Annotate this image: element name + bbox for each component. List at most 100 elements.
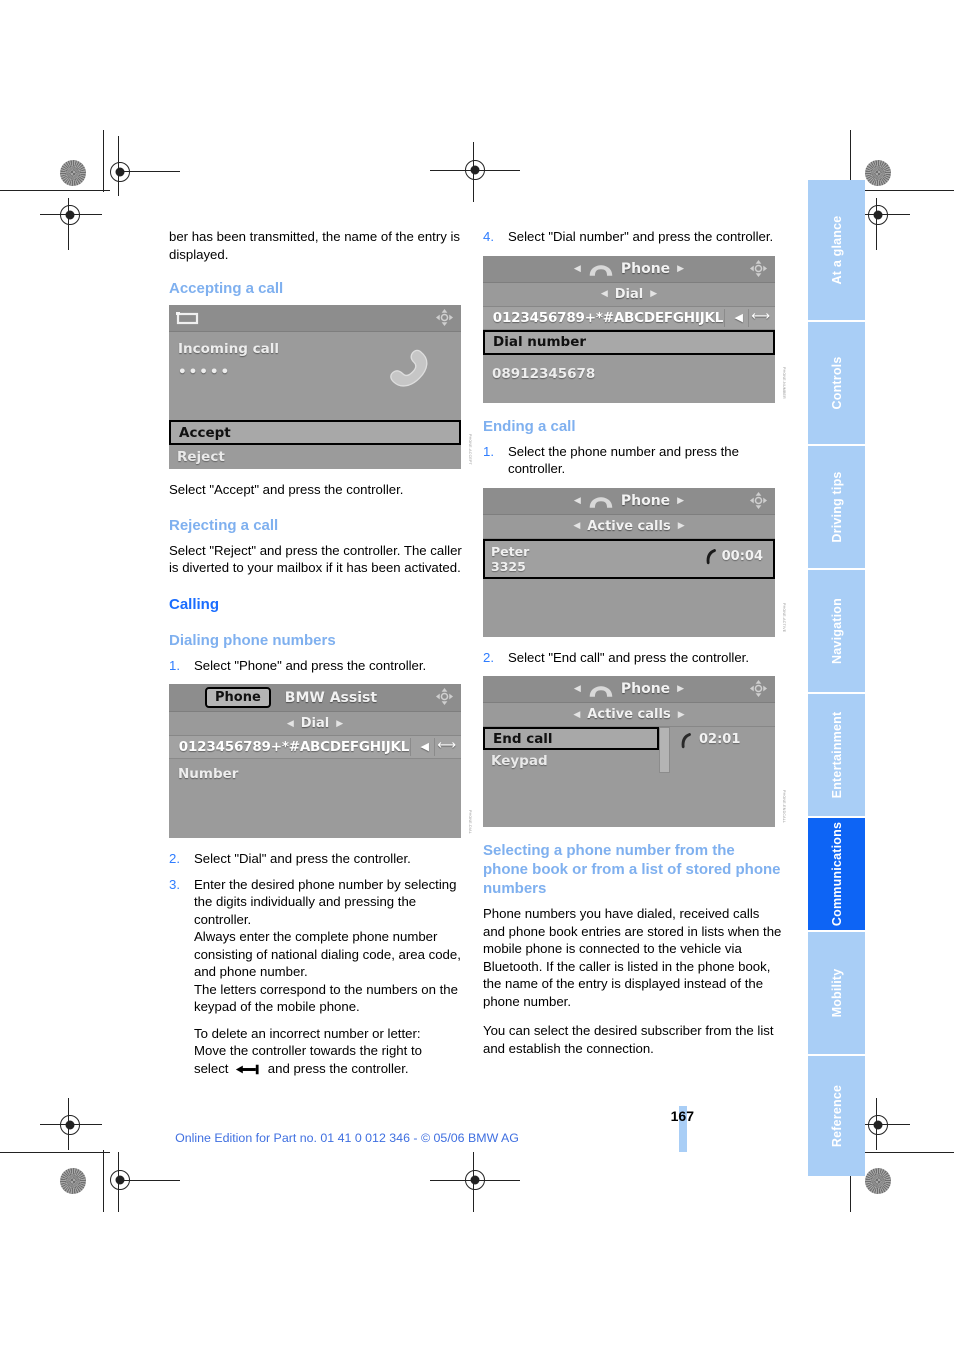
idrive-submenu-bar: ◀ Dial ▶	[483, 282, 775, 307]
list-item: 1. Select "Phone" and press the controll…	[169, 657, 469, 675]
heading-rejecting-a-call: Rejecting a call	[169, 516, 279, 534]
figure-code: PHONE-ACTIVE	[782, 603, 786, 633]
sidebar-item-communications[interactable]: Communications	[808, 818, 865, 930]
sidebar-item-at-a-glance[interactable]: At a glance	[808, 180, 865, 320]
backspace-icon[interactable]: ⟷	[437, 738, 456, 753]
active-call-row[interactable]: Peter 3325 00:04	[483, 538, 775, 579]
next-arrow-icon[interactable]: ▶	[336, 719, 343, 729]
sidebar-item-entertainment[interactable]: Entertainment	[808, 694, 865, 816]
reg-line	[118, 136, 119, 196]
next-arrow-icon[interactable]: ▶	[678, 521, 685, 531]
number-field-label: Number	[178, 766, 239, 782]
prev-arrow-icon[interactable]: ◀	[601, 289, 608, 299]
footer-text: Online Edition for Part no. 01 41 0 012 …	[175, 1131, 519, 1145]
screenshot-active-call: ◀ Phone ▶ ◀ Active calls ▶ Peter 3325 00…	[483, 487, 786, 637]
step-text: Select "Dial number" and press the contr…	[508, 229, 774, 244]
delete-note-line1: To delete an incorrect number or letter:	[194, 1025, 421, 1041]
next-arrow-icon[interactable]: ▶	[650, 289, 657, 299]
tab-label: Reference	[829, 1084, 844, 1148]
next-arrow-icon[interactable]: ▶	[677, 684, 684, 694]
list-item: 2. Select "Dial" and press the controlle…	[169, 850, 469, 868]
call-active-icon	[704, 548, 717, 565]
tab-phone[interactable]: Phone	[205, 687, 271, 708]
selecting-body-1: Phone numbers you have dialed, received …	[483, 906, 782, 1009]
step-text: Select "Phone" and press the controller.	[194, 657, 427, 673]
list-scrollbar[interactable]	[659, 727, 670, 773]
page-number: 167	[670, 1108, 694, 1124]
keypad-option[interactable]: Keypad	[483, 750, 659, 772]
next-arrow-icon[interactable]: ▶	[678, 710, 685, 720]
tab-bmw-assist[interactable]: BMW Assist	[285, 690, 377, 706]
screenshot-phone-dial: Phone BMW Assist ◀ Dial ▶ 0123456789+*#A…	[169, 684, 472, 838]
tab-label: Entertainment	[829, 711, 844, 799]
handset-icon	[383, 344, 435, 406]
intro-paragraph: ber has been transmitted, the name of th…	[169, 229, 461, 262]
dialing-steps-1: 1. Select "Phone" and press the controll…	[169, 657, 469, 675]
reg-line	[473, 1152, 474, 1212]
accepting-caption: Select "Accept" and press the controller…	[169, 482, 404, 497]
density-patch	[60, 1168, 86, 1194]
dial-number-option[interactable]: Dial number	[483, 329, 775, 355]
registration-target	[60, 205, 80, 225]
idrive-submenu-bar: ◀ Active calls ▶	[483, 703, 775, 727]
density-patch	[865, 160, 891, 186]
next-arrow-icon[interactable]: ▶	[677, 496, 684, 506]
alphabet-row[interactable]: 0123456789+*#ABCDEFGHIJKL ◀ ⟷	[169, 736, 461, 759]
idrive-tab-bar: Phone BMW Assist	[169, 684, 461, 712]
backspace-icon[interactable]: ⟷	[751, 309, 770, 324]
prev-arrow-icon[interactable]: ◀	[573, 521, 580, 531]
tab-label: Navigation	[829, 598, 844, 664]
prev-arrow-icon[interactable]: ◀	[573, 710, 580, 720]
step-text: Enter the desired phone number by select…	[194, 876, 461, 1015]
sidebar-item-mobility[interactable]: Mobility	[808, 932, 865, 1054]
screenshot-incoming-call: Incoming call ••••• Accept Reject PHONE-…	[169, 305, 472, 469]
backspace-glyph-icon	[235, 1062, 261, 1080]
list-item: 4. Select "Dial number" and press the co…	[483, 228, 783, 246]
list-item: 2. Select "End call" and press the contr…	[483, 649, 783, 667]
section-tab-rail: At a glance Controls Driving tips Naviga…	[808, 180, 865, 1176]
accept-option[interactable]: Accept	[169, 420, 461, 445]
figure-code: PHONE-ENDCALL	[782, 789, 786, 823]
heading-accepting-a-call: Accepting a call	[169, 280, 284, 297]
controller-icon	[435, 308, 454, 327]
divider	[724, 308, 725, 327]
figure-code: PHONE-NUMBER	[782, 366, 786, 399]
step-number: 3.	[169, 876, 180, 892]
trim-line	[103, 1150, 104, 1212]
entered-number-area: 08912345678	[483, 354, 775, 403]
left-arrow-icon[interactable]: ◀	[735, 311, 743, 324]
reject-label: Reject	[177, 449, 225, 465]
back-arrow-icon	[176, 310, 200, 325]
prev-arrow-icon[interactable]: ◀	[574, 496, 581, 506]
density-patch	[60, 160, 86, 186]
end-call-option[interactable]: End call	[483, 727, 659, 750]
alphabet-row[interactable]: 0123456789+*#ABCDEFGHIJKL ◀ ⟷	[483, 306, 775, 330]
end-call-list-area: End call Keypad 02:01	[483, 727, 775, 827]
density-patch	[865, 1168, 891, 1194]
registration-target	[868, 205, 888, 225]
sidebar-item-navigation[interactable]: Navigation	[808, 570, 865, 692]
prev-arrow-icon[interactable]: ◀	[574, 684, 581, 694]
reg-line	[430, 170, 520, 171]
left-arrow-icon[interactable]: ◀	[421, 740, 429, 753]
alphabet-chars: 0123456789+*#ABCDEFGHIJKL	[178, 739, 410, 755]
divider	[434, 738, 435, 756]
sidebar-item-reference[interactable]: Reference	[808, 1056, 865, 1176]
empty-list-area	[483, 578, 775, 637]
handset-icon	[588, 262, 614, 276]
next-arrow-icon[interactable]: ▶	[677, 264, 684, 274]
sidebar-item-controls[interactable]: Controls	[808, 322, 865, 444]
idrive-status-bar: ◀ Phone ▶	[483, 487, 775, 515]
reg-line	[118, 1180, 180, 1181]
prev-arrow-icon[interactable]: ◀	[574, 264, 581, 274]
reject-option[interactable]: Reject	[169, 445, 461, 469]
heading-calling: Calling	[169, 595, 220, 613]
submenu-active-calls: Active calls	[587, 707, 671, 722]
sidebar-item-driving-tips[interactable]: Driving tips	[808, 446, 865, 568]
prev-arrow-icon[interactable]: ◀	[287, 719, 294, 729]
idrive-submenu-bar: ◀ Active calls ▶	[483, 514, 775, 539]
screenshot-end-call: ◀ Phone ▶ ◀ Active calls ▶ End call Keyp…	[483, 676, 786, 827]
step-text: Select "End call" and press the controll…	[508, 649, 750, 665]
alphabet-chars: 0123456789+*#ABCDEFGHIJKL	[492, 309, 724, 326]
handset-icon	[588, 494, 614, 508]
